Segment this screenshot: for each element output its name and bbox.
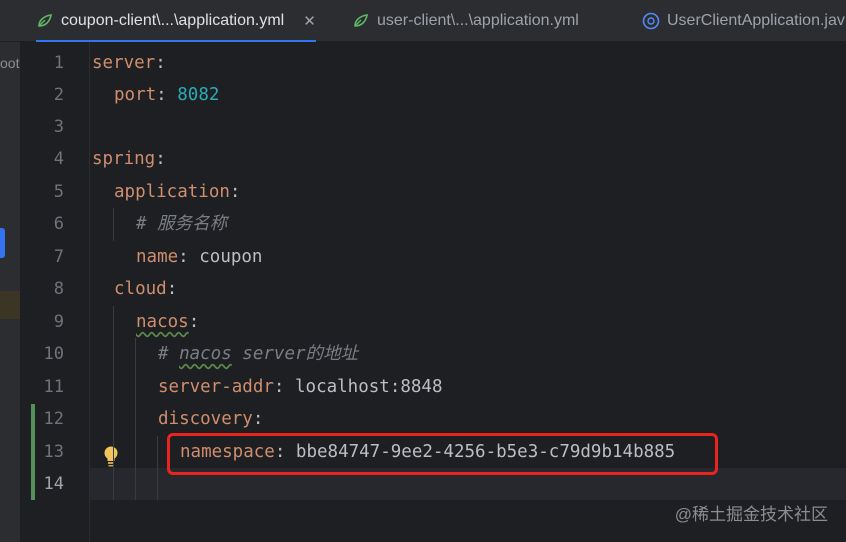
line-number: 13 [43, 442, 64, 462]
code-line[interactable]: discovery: [158, 403, 263, 435]
tab-label: user-client\...\application.yml [377, 12, 579, 29]
yaml-key: port [114, 85, 157, 105]
tab-label: UserClientApplication.jav [667, 12, 845, 29]
indent-guide [135, 338, 136, 500]
yaml-colon: : [188, 312, 200, 332]
line-number: 7 [53, 247, 64, 267]
yaml-key: nacos [136, 312, 189, 332]
lightbulb-icon[interactable] [103, 446, 119, 468]
yaml-comment: # [158, 344, 180, 364]
tab-user-client-application-java[interactable]: UserClientApplication.jav [642, 0, 845, 42]
close-icon[interactable]: ✕ [303, 12, 316, 30]
yaml-colon: : [252, 409, 264, 429]
highlighted-row [0, 291, 20, 319]
yaml-key: cloud [114, 279, 167, 299]
indent-guide [113, 306, 114, 500]
yaml-key: name [136, 247, 179, 267]
yaml-comment-typo: nacos [179, 344, 232, 364]
selected-tool-indicator [0, 228, 5, 258]
line-number: 12 [43, 409, 64, 429]
java-class-icon [642, 12, 660, 30]
namespace-highlight-box [167, 433, 718, 475]
code-line[interactable]: # 服务名称 [136, 208, 227, 240]
yaml-colon: : [155, 149, 166, 169]
line-number: 3 [53, 117, 64, 137]
yaml-comment: server的地址 [231, 344, 359, 364]
yaml-comment: # 服务名称 [136, 214, 228, 234]
line-number: 5 [53, 182, 64, 202]
line-number: 6 [53, 214, 64, 234]
yaml-colon: : [229, 182, 241, 202]
tab-label: coupon-client\...\application.yml [61, 12, 285, 29]
project-panel-text: oot [0, 55, 20, 71]
yaml-colon: : [178, 247, 189, 267]
yaml-colon: : [166, 279, 178, 299]
yaml-number-value: 8082 [177, 85, 220, 105]
line-number: 1 [53, 53, 64, 73]
line-number: 14 [43, 474, 64, 494]
yaml-value: coupon [199, 247, 263, 267]
line-number: 10 [43, 344, 64, 364]
yaml-colon: : [155, 53, 166, 73]
yaml-colon: : [156, 85, 167, 105]
code-line[interactable]: server: [92, 47, 166, 79]
indent-guide [113, 208, 114, 241]
tab-user-application-yml[interactable]: user-client\...\application.yml [352, 0, 579, 42]
yaml-colon: : [273, 377, 285, 397]
yaml-key: application [114, 182, 230, 202]
code-line[interactable]: cloud: [114, 273, 177, 305]
code-line[interactable]: name: coupon [136, 241, 262, 273]
editor-tab-bar: coupon-client\...\application.yml ✕ user… [0, 0, 846, 42]
watermark-text: @稀土掘金技术社区 [674, 505, 828, 524]
yaml-key: server-addr [158, 377, 274, 397]
line-number: 11 [43, 377, 64, 397]
line-number: 8 [53, 279, 64, 299]
yaml-key: server [92, 53, 156, 73]
code-line[interactable]: spring: [92, 143, 166, 175]
project-panel-edge: oot [0, 42, 20, 542]
yaml-file-icon [354, 14, 368, 27]
yaml-key: discovery [158, 409, 253, 429]
yaml-value: localhost:8848 [295, 377, 443, 397]
yaml-key: spring [92, 149, 156, 169]
yaml-file-icon [38, 14, 52, 27]
tab-coupon-application-yml[interactable]: coupon-client\...\application.yml ✕ [36, 0, 316, 42]
indent-guide [157, 436, 158, 500]
code-line[interactable]: # nacos server的地址 [158, 338, 358, 370]
line-number: 2 [53, 85, 64, 105]
code-line[interactable]: application: [114, 176, 240, 208]
line-number: 9 [53, 312, 64, 332]
code-line[interactable]: nacos: [136, 306, 199, 338]
line-number: 4 [53, 149, 64, 169]
code-line[interactable]: port: 8082 [114, 79, 219, 111]
code-line[interactable]: server-addr: localhost:8848 [158, 371, 443, 403]
